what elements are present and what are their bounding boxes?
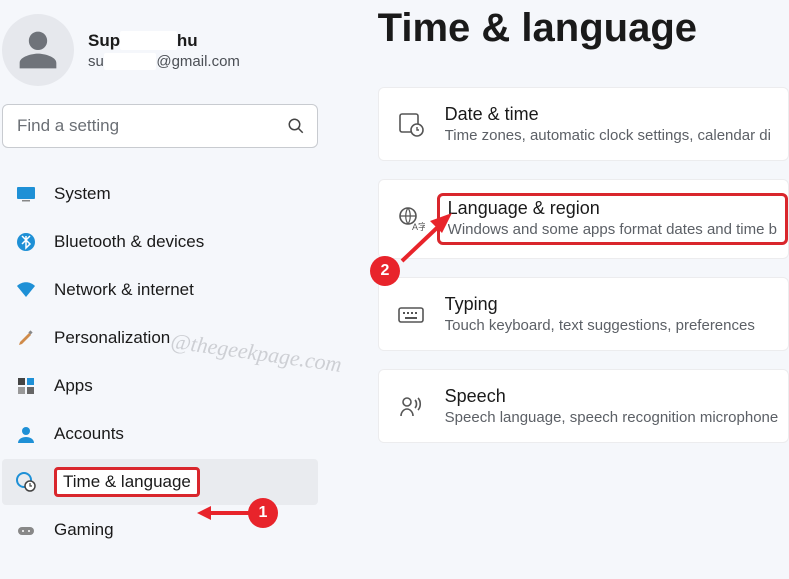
annotation-badge-1: 1: [248, 498, 278, 528]
person-icon: [16, 28, 60, 72]
card-typing[interactable]: Typing Touch keyboard, text suggestions,…: [378, 277, 789, 351]
display-icon: [16, 184, 36, 204]
sidebar-item-bluetooth[interactable]: Bluetooth & devices: [2, 219, 318, 265]
annotation-arrow-1: [197, 503, 249, 523]
annotation-arrow-2: [396, 213, 456, 263]
person-icon: [16, 424, 36, 444]
nav-label: Network & internet: [54, 280, 194, 300]
avatar[interactable]: [2, 14, 74, 86]
speech-icon: [397, 392, 425, 420]
globe-clock-icon: [16, 472, 36, 492]
wifi-icon: [16, 280, 36, 300]
nav-label: Bluetooth & devices: [54, 232, 204, 252]
nav-label: System: [54, 184, 111, 204]
search-box[interactable]: [2, 104, 318, 148]
card-subtitle: Speech language, speech recognition micr…: [445, 409, 788, 426]
card-title: Typing: [445, 294, 788, 315]
settings-cards: Date & time Time zones, automatic clock …: [378, 87, 789, 443]
sidebar-item-time-language[interactable]: Time & language: [2, 459, 318, 505]
sidebar-item-system[interactable]: System: [2, 171, 318, 217]
sidebar: Supxxxxxxhu suxxxxxxx@gmail.com: [0, 0, 328, 579]
apps-icon: [16, 376, 36, 396]
profile-block: Supxxxxxxhu suxxxxxxx@gmail.com: [0, 14, 320, 104]
nav-list: System Bluetooth & devices Network & int…: [0, 170, 320, 554]
annotation-badge-2: 2: [370, 256, 400, 286]
profile-name: Supxxxxxxhu: [88, 31, 240, 51]
page-title: Time & language: [378, 6, 789, 51]
gamepad-icon: [16, 520, 36, 540]
card-title: Date & time: [445, 104, 788, 125]
paintbrush-icon: [16, 328, 36, 348]
nav-label: Accounts: [54, 424, 124, 444]
main-content: Time & language Date & time Time zones, …: [328, 0, 789, 579]
nav-label: Time & language: [54, 467, 200, 497]
card-date-time[interactable]: Date & time Time zones, automatic clock …: [378, 87, 789, 161]
card-title: Speech: [445, 386, 788, 407]
card-speech[interactable]: Speech Speech language, speech recogniti…: [378, 369, 789, 443]
sidebar-item-network[interactable]: Network & internet: [2, 267, 318, 313]
sidebar-item-personalization[interactable]: Personalization: [2, 315, 318, 361]
search-input[interactable]: [15, 115, 287, 137]
nav-label: Apps: [54, 376, 93, 396]
card-subtitle: Touch keyboard, text suggestions, prefer…: [445, 317, 788, 334]
card-subtitle: Time zones, automatic clock settings, ca…: [445, 127, 788, 144]
nav-label: Personalization: [54, 328, 170, 348]
search-icon: [287, 117, 305, 135]
card-title: Language & region: [448, 198, 777, 219]
card-subtitle: Windows and some apps format dates and t…: [448, 221, 777, 238]
keyboard-icon: [397, 300, 425, 328]
nav-label: Gaming: [54, 520, 114, 540]
sidebar-item-apps[interactable]: Apps: [2, 363, 318, 409]
bluetooth-icon: [16, 232, 36, 252]
calendar-clock-icon: [397, 110, 425, 138]
profile-email: suxxxxxxx@gmail.com: [88, 53, 240, 70]
sidebar-item-accounts[interactable]: Accounts: [2, 411, 318, 457]
